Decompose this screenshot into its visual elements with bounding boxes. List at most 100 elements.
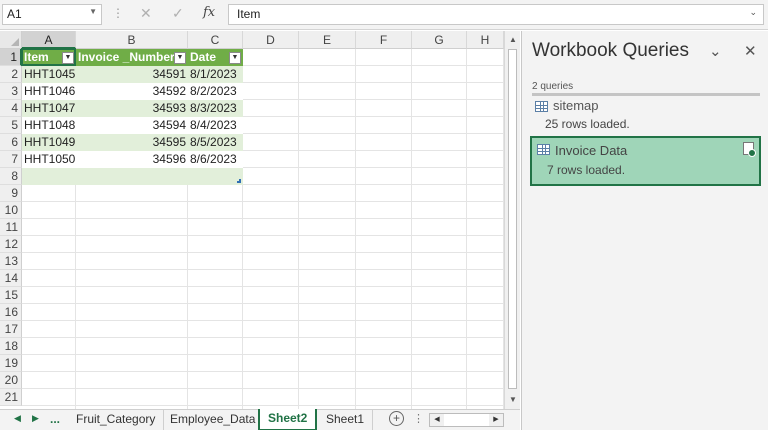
formula-input[interactable]: Item ⌄: [228, 4, 764, 25]
row-header-8[interactable]: 8: [0, 168, 22, 185]
table-cell[interactable]: 34595: [76, 134, 188, 151]
gridline: [22, 218, 504, 219]
vertical-scrollbar[interactable]: ▲ ▼: [504, 31, 520, 409]
row-header-15[interactable]: 15: [0, 287, 22, 304]
scroll-down-icon[interactable]: ▼: [509, 395, 517, 404]
expand-formula-bar-icon[interactable]: ⌄: [749, 7, 757, 18]
sheet-tabs-bar: ◀ ▶ ... Fruit_Category Employee_Data Sheet…: [0, 409, 520, 430]
table-cell[interactable]: [22, 168, 76, 185]
column-header-h[interactable]: H: [467, 31, 504, 49]
pane-title: Workbook Queries: [532, 40, 689, 61]
workbook-queries-pane: Workbook Queries ⌄ ✕ 2 queries sitemap 2…: [521, 31, 768, 430]
more-sheets-button[interactable]: ...: [50, 412, 60, 426]
pane-options-chevron-icon[interactable]: ⌄: [709, 42, 722, 60]
table-cell[interactable]: HHT1048: [22, 117, 76, 134]
row-header-2[interactable]: 2: [0, 66, 22, 83]
table-cell[interactable]: 34593: [76, 100, 188, 117]
row-header-21[interactable]: 21: [0, 389, 22, 406]
table-cell[interactable]: 34596: [76, 151, 188, 168]
table-cell[interactable]: HHT1049: [22, 134, 76, 151]
sheet-tab-employee-data[interactable]: Employee_Data: [162, 410, 265, 430]
filter-dropdown-icon[interactable]: ▼: [229, 52, 241, 64]
row-header-19[interactable]: 19: [0, 355, 22, 372]
add-sheet-button[interactable]: +: [389, 411, 404, 426]
column-header-g[interactable]: G: [412, 31, 467, 49]
column-header-d[interactable]: D: [243, 31, 299, 49]
query-item-invoice-data[interactable]: Invoice Data 7 rows loaded.: [530, 136, 761, 186]
column-header-b[interactable]: B: [76, 31, 188, 49]
table-header-cell[interactable]: Invoice _Number: [76, 49, 188, 66]
table-cell[interactable]: 34591: [76, 66, 188, 83]
row-header-11[interactable]: 11: [0, 219, 22, 236]
table-cell[interactable]: 8/3/2023: [188, 100, 243, 117]
name-box[interactable]: A1 ▼: [2, 4, 102, 25]
table-cell[interactable]: [76, 168, 188, 185]
table-cell[interactable]: 8/1/2023: [188, 66, 243, 83]
gridline: [22, 405, 504, 406]
row-header-12[interactable]: 12: [0, 236, 22, 253]
scroll-left-icon[interactable]: ◀: [430, 414, 444, 426]
table-cell[interactable]: [188, 168, 243, 185]
query-item-sitemap[interactable]: sitemap 25 rows loaded.: [530, 97, 761, 133]
table-cell[interactable]: HHT1050: [22, 151, 76, 168]
row-header-9[interactable]: 9: [0, 185, 22, 202]
table-cell[interactable]: 8/6/2023: [188, 151, 243, 168]
column-header-e[interactable]: E: [299, 31, 356, 49]
row-header-17[interactable]: 17: [0, 321, 22, 338]
table-header-label: Invoice _Number: [78, 50, 175, 64]
row-header-14[interactable]: 14: [0, 270, 22, 287]
table-cell[interactable]: HHT1047: [22, 100, 76, 117]
row-header-7[interactable]: 7: [0, 151, 22, 168]
vertical-scroll-thumb[interactable]: [508, 49, 517, 389]
table-resize-handle[interactable]: [237, 179, 241, 183]
sheet-tab-sheet2[interactable]: Sheet2: [258, 409, 318, 430]
table-header-label: Date: [190, 50, 217, 64]
row-header-1[interactable]: 1: [0, 49, 22, 66]
sheet-tab-sheet1[interactable]: Sheet1: [318, 410, 374, 430]
table-cell[interactable]: HHT1046: [22, 83, 76, 100]
select-all-button[interactable]: [0, 31, 22, 49]
table-cell[interactable]: 8/4/2023: [188, 117, 243, 134]
column-header-f[interactable]: F: [356, 31, 412, 49]
row-header-10[interactable]: 10: [0, 202, 22, 219]
enter-icon[interactable]: ✓: [172, 5, 184, 22]
filter-dropdown-icon[interactable]: ▼: [174, 52, 186, 64]
row-header-18[interactable]: 18: [0, 338, 22, 355]
row-header-5[interactable]: 5: [0, 117, 22, 134]
gridline: [298, 49, 299, 409]
row-header-3[interactable]: 3: [0, 83, 22, 100]
column-header-c[interactable]: C: [188, 31, 243, 49]
column-header-a[interactable]: A: [22, 31, 76, 49]
gridline: [22, 320, 504, 321]
pane-divider: [532, 93, 760, 96]
table-cell[interactable]: 34594: [76, 117, 188, 134]
horizontal-scrollbar[interactable]: ◀ ▶: [429, 413, 504, 427]
close-pane-icon[interactable]: ✕: [744, 42, 757, 60]
table-cell[interactable]: 34592: [76, 83, 188, 100]
tabs-resize-grip-icon[interactable]: ⋮: [413, 412, 424, 425]
table-cell[interactable]: 8/2/2023: [188, 83, 243, 100]
gridline: [22, 235, 504, 236]
query-count: 2 queries: [532, 81, 574, 92]
query-name: Invoice Data: [555, 143, 628, 158]
table-cell[interactable]: 8/5/2023: [188, 134, 243, 151]
insert-function-button[interactable]: fx: [203, 5, 215, 20]
next-sheet-icon[interactable]: ▶: [32, 413, 39, 424]
scroll-up-icon[interactable]: ▲: [509, 35, 517, 44]
sheet-tab-fruit-category[interactable]: Fruit_Category: [68, 410, 165, 430]
gridline: [22, 371, 504, 372]
table-cell[interactable]: HHT1045: [22, 66, 76, 83]
cancel-icon[interactable]: ✕: [140, 5, 152, 22]
worksheet-grid[interactable]: A B C D E F G H 1 2 3 4 5 6 7 8 9 10 11 12 13 14 15 16 17 18 19 20 2…: [0, 31, 520, 409]
row-header-6[interactable]: 6: [0, 134, 22, 151]
gridline: [22, 388, 504, 389]
row-header-4[interactable]: 4: [0, 100, 22, 117]
row-header-20[interactable]: 20: [0, 372, 22, 389]
gridline: [22, 354, 504, 355]
name-box-dropdown-icon[interactable]: ▼: [89, 7, 97, 16]
scroll-right-icon[interactable]: ▶: [489, 414, 503, 426]
previous-sheet-icon[interactable]: ◀: [14, 413, 21, 424]
row-header-13[interactable]: 13: [0, 253, 22, 270]
row-header-16[interactable]: 16: [0, 304, 22, 321]
refresh-document-icon[interactable]: [743, 142, 756, 157]
